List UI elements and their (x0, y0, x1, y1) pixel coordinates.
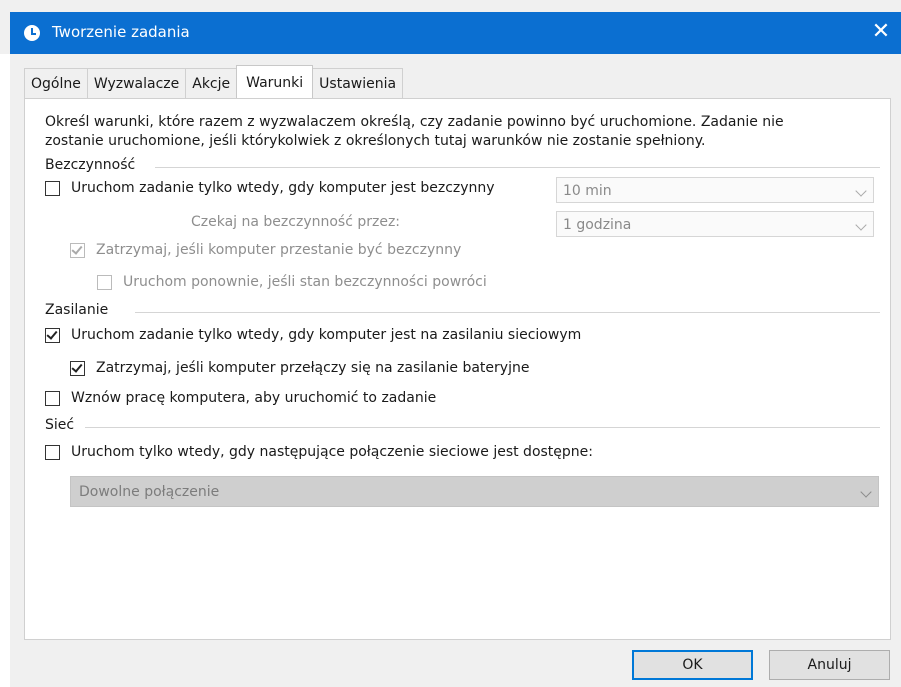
chevron-down-icon (855, 219, 867, 231)
idle-start-row[interactable]: Uruchom zadanie tylko wtedy, gdy kompute… (45, 180, 495, 196)
cancel-button[interactable]: Anuluj (769, 650, 890, 680)
group-divider (135, 312, 880, 313)
idle-stop-row[interactable]: Zatrzymaj, jeśli komputer przestanie być… (70, 242, 461, 258)
power-ac-checkbox[interactable] (45, 327, 60, 343)
chevron-down-icon (860, 486, 872, 498)
group-divider (155, 167, 880, 168)
tab-conditions[interactable]: Warunki (236, 65, 314, 98)
power-group-label: Zasilanie (45, 302, 109, 318)
power-battery-row[interactable]: Zatrzymaj, jeśli komputer przełączy się … (70, 360, 529, 376)
idle-start-checkbox[interactable] (45, 180, 60, 196)
description-line: Określ warunki, które razem z wyzwalacze… (45, 114, 784, 130)
tab-general[interactable]: Ogólne (24, 68, 88, 98)
power-wake-row[interactable]: Wznów pracę komputera, aby uruchomić to … (45, 390, 436, 406)
idle-wait-select[interactable]: 1 godzina (556, 211, 874, 237)
network-connection-value: Dowolne połączenie (79, 484, 220, 500)
idle-group-label: Bezczynność (45, 157, 136, 173)
description-text: Określ warunki, które razem z wyzwalacze… (45, 113, 865, 151)
power-ac-label: Uruchom zadanie tylko wtedy, gdy kompute… (71, 327, 582, 343)
tab-strip: Ogólne Wyzwalacze Akcje Warunki Ustawien… (24, 65, 404, 99)
tab-actions[interactable]: Akcje (185, 68, 238, 98)
network-group-label: Sieć (45, 417, 75, 433)
idle-restart-label: Uruchom ponownie, jeśli stan bezczynnośc… (123, 274, 487, 290)
power-battery-label: Zatrzymaj, jeśli komputer przełączy się … (96, 360, 530, 376)
idle-restart-row[interactable]: Uruchom ponownie, jeśli stan bezczynnośc… (97, 274, 487, 290)
network-label: Uruchom tylko wtedy, gdy następujące poł… (71, 444, 593, 460)
idle-restart-checkbox[interactable] (97, 274, 112, 290)
idle-wait-value: 1 godzina (563, 217, 632, 233)
description-line: zostanie uruchomione, jeśli którykolwiek… (45, 133, 706, 149)
group-divider (85, 427, 880, 428)
idle-wait-label: Czekaj na bezczynność przez: (191, 214, 401, 230)
ok-button[interactable]: OK (632, 650, 753, 680)
tab-triggers[interactable]: Wyzwalacze (86, 68, 187, 98)
idle-start-label: Uruchom zadanie tylko wtedy, gdy kompute… (71, 180, 495, 196)
title-bar[interactable]: Tworzenie zadania ✕ (10, 12, 901, 54)
task-dialog: Tworzenie zadania ✕ Ogólne Wyzwalacze Ak… (0, 0, 901, 687)
conditions-panel: Określ warunki, które razem z wyzwalacze… (24, 98, 891, 640)
power-wake-checkbox[interactable] (45, 390, 60, 406)
idle-duration-select[interactable]: 10 min (556, 177, 874, 203)
idle-stop-label: Zatrzymaj, jeśli komputer przestanie być… (96, 242, 462, 258)
tab-settings[interactable]: Ustawienia (312, 68, 404, 98)
window-title: Tworzenie zadania (52, 23, 190, 41)
close-icon[interactable]: ✕ (861, 12, 901, 54)
chevron-down-icon (855, 185, 867, 197)
power-battery-checkbox[interactable] (70, 360, 85, 376)
clock-icon (24, 25, 40, 41)
power-wake-label: Wznów pracę komputera, aby uruchomić to … (71, 390, 437, 406)
network-connection-select[interactable]: Dowolne połączenie (70, 476, 879, 507)
window-frame (0, 54, 10, 687)
network-row[interactable]: Uruchom tylko wtedy, gdy następujące poł… (45, 444, 593, 460)
idle-stop-checkbox[interactable] (70, 242, 85, 258)
network-checkbox[interactable] (45, 444, 60, 460)
idle-duration-value: 10 min (563, 183, 612, 199)
power-ac-row[interactable]: Uruchom zadanie tylko wtedy, gdy kompute… (45, 327, 581, 343)
